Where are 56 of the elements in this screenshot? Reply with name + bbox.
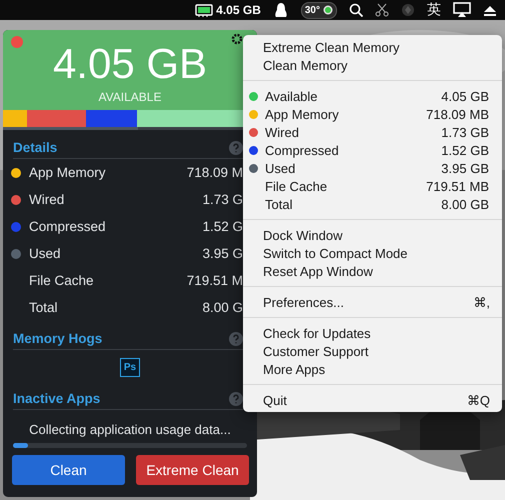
app-icon[interactable] xyxy=(401,3,415,17)
stat-value: 3.95 GB xyxy=(441,160,489,176)
menu-item[interactable]: Reset App Window xyxy=(243,262,502,280)
status-text: Collecting application usage data... xyxy=(28,421,232,439)
input-method[interactable]: 英 xyxy=(427,1,441,19)
section-title: Inactive Apps xyxy=(13,391,100,406)
stat-label: Total xyxy=(265,196,292,212)
menu-item[interactable]: Customer Support xyxy=(243,342,502,360)
menu-item[interactable]: Clean Memory xyxy=(243,56,502,74)
stat-label: File Cache xyxy=(265,178,328,194)
menu-item[interactable]: Preferences... ⌘, xyxy=(243,293,502,311)
extreme-clean-button[interactable]: Extreme Clean xyxy=(136,455,249,485)
menu-item[interactable]: Extreme Clean Memory xyxy=(243,38,502,56)
app-icon[interactable]: Ps xyxy=(120,358,140,377)
row-label: App Memory xyxy=(29,165,106,180)
available-amount: 4.05 GB xyxy=(52,42,208,86)
row-value: 3.95 G xyxy=(202,246,243,261)
menu-item[interactable]: Switch to Compact Mode xyxy=(243,244,502,262)
row-value: 719.51 M xyxy=(186,273,243,288)
memory-reading[interactable]: 4.05 GB xyxy=(216,3,261,17)
temperature-widget[interactable]: 30° xyxy=(300,2,337,18)
clean-button[interactable]: Clean xyxy=(12,455,125,485)
stat-label: App Memory xyxy=(265,106,339,122)
stat-value: 1.52 GB xyxy=(441,142,489,158)
airplay-icon[interactable] xyxy=(453,2,471,18)
menu-item[interactable]: Dock Window xyxy=(243,226,502,244)
row-label: Total xyxy=(29,300,58,315)
available-label: AVAILABLE xyxy=(98,90,162,104)
stat-label: Compressed xyxy=(265,142,339,158)
menu-item[interactable]: More Apps xyxy=(243,360,502,378)
stat-value: 4.05 GB xyxy=(441,88,489,104)
stat-value: 718.09 MB xyxy=(426,106,489,122)
stat-label: Wired xyxy=(265,124,299,140)
row-label: File Cache xyxy=(29,273,94,288)
eject-icon[interactable] xyxy=(483,4,497,16)
stat-value: 1.73 GB xyxy=(441,124,489,140)
row-label: Compressed xyxy=(29,219,106,234)
row-label: Used xyxy=(29,246,61,261)
row-label: Wired xyxy=(29,192,64,207)
stat-value: 719.51 MB xyxy=(426,178,489,194)
section-title: Memory Hogs xyxy=(13,331,102,346)
menu-item[interactable]: Check for Updates xyxy=(243,324,502,342)
search-icon[interactable] xyxy=(349,3,363,17)
scissors-icon[interactable] xyxy=(375,3,389,17)
menu-item[interactable]: Quit ⌘Q xyxy=(243,391,502,409)
stat-value: 8.00 GB xyxy=(441,196,489,212)
memory-icon[interactable] xyxy=(195,3,214,17)
settings-icon[interactable] xyxy=(231,33,243,45)
row-value: 1.52 G xyxy=(202,219,243,234)
row-value: 1.73 G xyxy=(202,192,243,207)
section-title: Details xyxy=(13,140,58,155)
stat-label: Used xyxy=(265,160,296,176)
row-value: 718.09 M xyxy=(186,165,243,180)
status-icon xyxy=(323,5,333,15)
stat-label: Available xyxy=(265,88,318,104)
row-value: 8.00 G xyxy=(202,300,243,315)
